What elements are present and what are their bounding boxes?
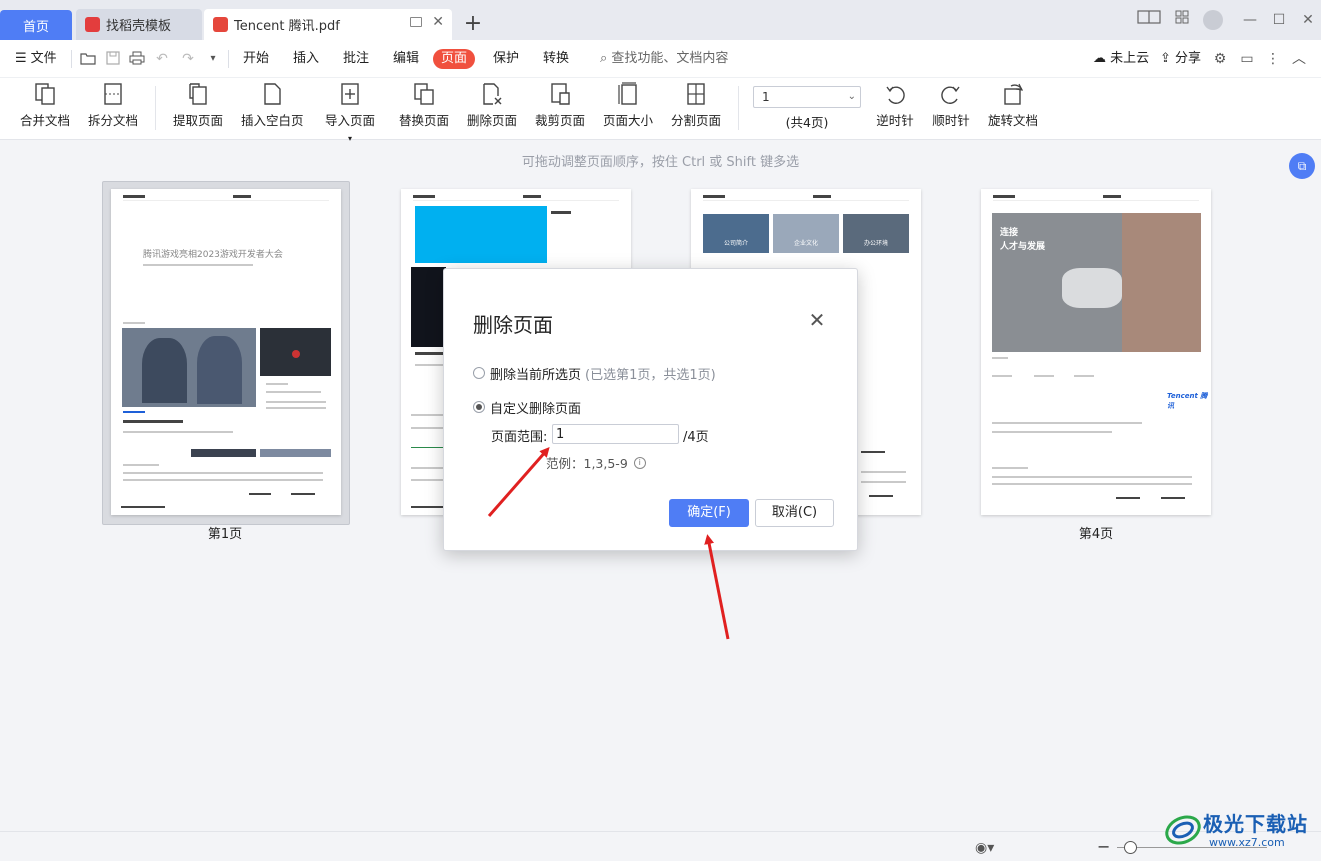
- zoom-out-button[interactable]: −: [1097, 837, 1110, 856]
- watermark-url: www.xz7.com: [1209, 836, 1285, 849]
- site-watermark: 极光下载站 www.xz7.com: [1163, 806, 1319, 852]
- status-bar: ◉▾ −: [0, 831, 1321, 861]
- zoom-slider-handle[interactable]: [1124, 841, 1137, 854]
- watermark-text: 极光下载站: [1203, 812, 1308, 836]
- eye-protection-icon[interactable]: ◉▾: [975, 840, 994, 856]
- annotation-arrow-to-confirm: [704, 534, 730, 640]
- annotation-arrows: [487, 446, 730, 640]
- watermark-logo: [1165, 815, 1201, 845]
- annotation-arrow-to-range: [487, 446, 550, 517]
